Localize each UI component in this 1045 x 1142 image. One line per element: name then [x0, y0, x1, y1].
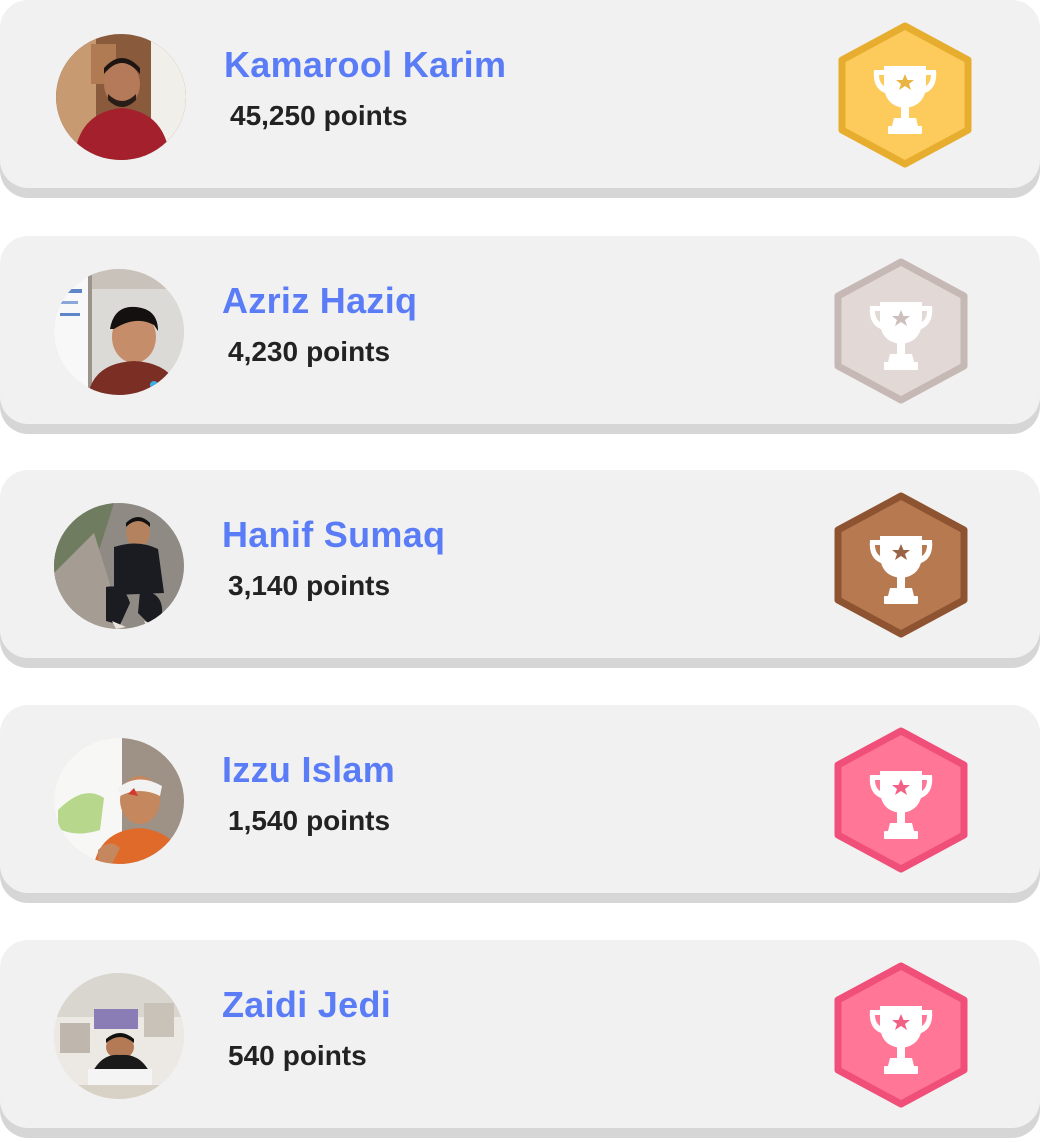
player-points: 540 points: [228, 1040, 367, 1072]
leaderboard-entry[interactable]: Hanif Sumaq 3,140 points: [0, 470, 1040, 658]
trophy-icon: [834, 962, 968, 1108]
points-unit: points: [306, 336, 391, 367]
leaderboard-entry[interactable]: Kamarool Karim 45,250 points: [0, 0, 1040, 188]
avatar-photo-icon: [54, 973, 184, 1099]
avatar[interactable]: [54, 738, 184, 864]
leaderboard-entry[interactable]: Zaidi Jedi 540 points: [0, 940, 1040, 1128]
avatar[interactable]: [54, 973, 184, 1099]
avatar-photo-icon: [54, 738, 184, 864]
trophy-icon: [834, 492, 968, 638]
leaderboard-entry[interactable]: Azriz Haziq 4,230 points: [0, 236, 1040, 424]
avatar[interactable]: [54, 503, 184, 629]
points-value: 45,250: [230, 100, 316, 131]
trophy-badge-silver: [832, 258, 970, 404]
trophy-icon: [834, 727, 968, 873]
points-unit: points: [306, 570, 391, 601]
player-points: 4,230 points: [228, 336, 390, 368]
points-unit: points: [323, 100, 408, 131]
avatar-photo-icon: [54, 269, 184, 395]
points-value: 1,540: [228, 805, 299, 836]
avatar-photo-icon: [54, 503, 184, 629]
avatar[interactable]: [54, 269, 184, 395]
trophy-badge-participant: [832, 727, 970, 873]
leaderboard-entry[interactable]: Izzu Islam 1,540 points: [0, 705, 1040, 893]
player-points: 1,540 points: [228, 805, 390, 837]
avatar-photo-icon: [56, 34, 186, 160]
player-points: 3,140 points: [228, 570, 390, 602]
points-value: 4,230: [228, 336, 299, 367]
trophy-badge-participant: [832, 962, 970, 1108]
trophy-badge-bronze: [832, 492, 970, 638]
player-name[interactable]: Izzu Islam: [222, 749, 395, 791]
avatar[interactable]: [56, 34, 186, 160]
points-unit: points: [282, 1040, 367, 1071]
trophy-badge-gold: [836, 22, 974, 168]
player-name[interactable]: Zaidi Jedi: [222, 984, 391, 1026]
player-name[interactable]: Hanif Sumaq: [222, 514, 445, 556]
points-unit: points: [306, 805, 391, 836]
player-name[interactable]: Kamarool Karim: [224, 44, 506, 86]
points-value: 3,140: [228, 570, 299, 601]
player-points: 45,250 points: [230, 100, 408, 132]
leaderboard-list: Kamarool Karim 45,250 points Azriz Haziq…: [0, 0, 1045, 1142]
player-name[interactable]: Azriz Haziq: [222, 280, 417, 322]
trophy-icon: [838, 22, 972, 168]
points-value: 540: [228, 1040, 275, 1071]
trophy-icon: [834, 258, 968, 404]
